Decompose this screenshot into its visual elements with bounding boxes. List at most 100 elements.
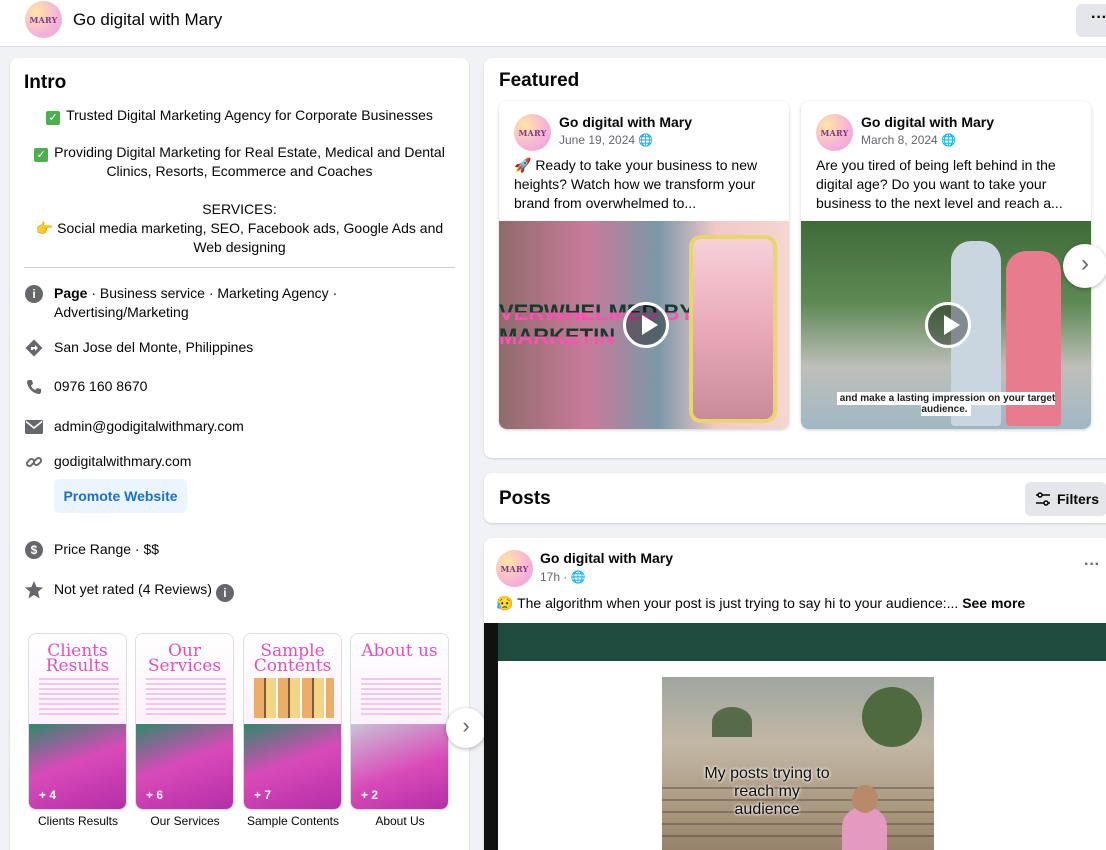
avatar-logo-text: MARY [820,127,849,138]
intro-card: Intro ✓ Trusted Digital Marketing Agency … [10,58,486,850]
pointing-hand-icon: 👉 [35,220,58,236]
highlight-about-us[interactable]: About us + 2 [350,633,449,810]
dollar-icon: $ [24,540,44,560]
rating-text: Not yet rated (4 Reviews) [54,581,212,597]
highlight-cover-title: Our Services [147,641,222,676]
globe-icon: 🌐 [635,133,654,147]
video-caption: and make a lasting impression on your ta… [811,392,1081,416]
avatar-logo-text: MARY [518,127,547,138]
envelope-icon [24,417,44,437]
page-header: MARY Go digital with Mary ··· [0,0,1106,47]
post-date[interactable]: June 19, 2024 🌐 [559,133,653,147]
highlight-our-services[interactable]: Our Services + 6 [135,633,234,810]
post-text-body: 😥 The algorithm when your post is just t… [496,595,963,611]
highlight-count: + 6 [146,788,164,802]
intro-divider [24,267,455,268]
post-text: 🚀 Ready to take your business to new hei… [514,157,758,211]
phone-icon [24,377,44,397]
post-author[interactable]: Go digital with Mary [559,114,692,130]
directions-icon [24,338,44,358]
price-text: Price Range · $$ [54,541,160,557]
post-text: Are you tired of being left behind in th… [816,157,1063,211]
highlight-label[interactable]: About Us [345,814,455,828]
see-more-link[interactable]: See more [962,595,1025,611]
play-icon[interactable] [623,302,669,348]
info-icon: i [24,284,44,304]
globe-icon: 🌐 [937,133,956,147]
highlight-count: + 4 [39,788,57,802]
featured-post[interactable]: MARY Go digital with Mary June 19, 2024 … [499,101,789,429]
avatar[interactable]: MARY [496,550,533,587]
highlight-cover-title: Sample Contents [253,641,332,676]
image-left-bar [484,623,498,850]
filters-button[interactable]: Filters [1025,482,1106,516]
post-author[interactable]: Go digital with Mary [861,114,994,130]
highlight-label[interactable]: Sample Contents [238,814,348,828]
highlight-label[interactable]: Clients Results [23,814,133,828]
email-link[interactable]: admin@godigitalwithmary.com [54,417,454,436]
post-time-text: 17h · [540,570,571,584]
page-category: · Business service · Marketing Agency · … [54,285,338,320]
check-icon: ✓ [34,148,49,162]
post-date[interactable]: March 8, 2024 🌐 [861,133,956,147]
filters-label: Filters [1057,491,1100,507]
video-overlay-text: VERWHELMED BY MARKETIN [499,300,695,349]
video-thumbnail[interactable]: VERWHELMED BY MARKETIN [499,221,789,429]
services-title: SERVICES: [202,201,277,217]
featured-title: Featured [499,70,580,91]
post-time[interactable]: 17h · 🌐 [540,570,586,584]
location-text: San Jose del Monte, Philippines [54,339,254,355]
play-icon[interactable] [925,302,971,348]
more-options-button[interactable]: ··· [1076,4,1106,37]
meme-caption: My posts trying to reach my audience [704,765,830,818]
website-link[interactable]: godigitalwithmary.com [54,452,454,471]
rating-info-icon[interactable]: i [215,584,234,602]
bio-line-1: ✓ Trusted Digital Marketing Agency for Co… [24,106,455,125]
highlight-count: + 2 [361,788,379,802]
page-title[interactable]: Go digital with Mary [73,10,222,30]
post-text: 😥 The algorithm when your post is just t… [496,595,1025,612]
bio-text-1: Trusted Digital Marketing Agency for Cor… [66,107,433,123]
avatar[interactable]: MARY [514,114,551,151]
services-block: SERVICES: 👉 Social media marketing, SEO,… [24,200,455,257]
post-card: MARY Go digital with Mary 17h · 🌐 ··· 😥 … [484,538,1106,850]
phone-text[interactable]: 0976 160 8670 [54,377,454,396]
page-avatar[interactable]: MARY [25,1,62,38]
services-text: Social media marketing, SEO, Facebook ad… [57,220,444,255]
avatar-logo-text: MARY [500,563,529,574]
posts-title: Posts [499,488,551,509]
star-icon [24,580,44,600]
highlight-cover-title: Clients Results [45,641,110,676]
check-icon: ✓ [46,111,61,125]
post-date-text: June 19, 2024 [559,133,636,147]
phone-mockup [689,235,777,423]
highlight-count: + 7 [254,788,272,802]
category-row: i Page · Business service · Marketing Ag… [24,284,455,324]
chevron-right-icon[interactable]: › [1063,244,1106,288]
highlight-cover-title: About us [361,641,438,661]
featured-post[interactable]: MARY Go digital with Mary March 8, 2024 … [801,101,1091,429]
post-author[interactable]: Go digital with Mary [540,550,673,566]
highlight-label[interactable]: Our Services [130,814,240,828]
post-date-text: March 8, 2024 [861,133,938,147]
globe-icon: 🌐 [570,570,586,584]
intro-title: Intro [24,72,67,93]
posts-header: Posts Filters [484,473,1106,523]
filters-icon [1036,492,1050,506]
chevron-right-icon[interactable]: › [446,708,486,748]
video-thumbnail[interactable]: and make a lasting impression on your ta… [801,221,1091,429]
avatar[interactable]: MARY [816,114,853,151]
post-image[interactable]: My posts trying to reach my audience [484,623,1106,850]
post-more-options-button[interactable]: ··· [1084,556,1100,574]
meme-image: My posts trying to reach my audience [662,677,934,850]
highlight-sample-contents[interactable]: Sample Contents + 7 [243,633,342,810]
bio-line-2: ✓ Providing Digital Marketing for Real Es… [24,143,455,181]
promote-website-button[interactable]: Promote Website [54,479,187,513]
highlight-clients-results[interactable]: Clients Results + 4 [28,633,127,810]
page-label: Page [54,285,88,301]
bio-text-2: Providing Digital Marketing for Real Est… [54,144,445,179]
featured-card: Featured MARY Go digital with Mary June … [484,58,1106,458]
link-icon [24,452,44,472]
avatar-logo-text: MARY [29,14,58,25]
image-top-band [498,623,1106,661]
